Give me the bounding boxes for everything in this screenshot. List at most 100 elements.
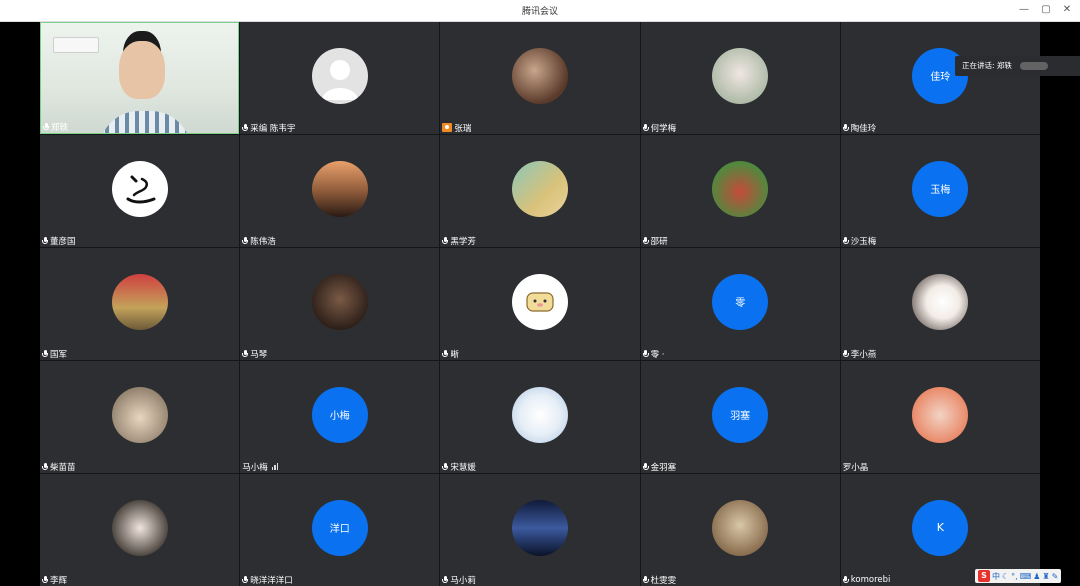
mic-icon[interactable]	[442, 236, 449, 245]
mic-icon[interactable]	[242, 575, 249, 584]
participant-nameplate: komorebi	[842, 574, 890, 585]
user-icon[interactable]: ♟	[1033, 572, 1040, 581]
participant-tile[interactable]: 小梅马小梅	[240, 361, 440, 473]
participant-name: 张瑞	[454, 123, 472, 134]
mic-icon[interactable]	[242, 123, 249, 132]
mic-icon[interactable]	[242, 236, 249, 245]
participant-tile[interactable]: 洋口晓洋洋洋口	[240, 474, 440, 586]
participant-tile[interactable]: 李辉	[40, 474, 240, 586]
participant-name: 采编 陈韦宇	[250, 123, 296, 134]
participant-name: 零 ·	[650, 349, 665, 360]
mic-icon[interactable]	[842, 123, 849, 132]
participant-nameplate: 沙玉梅	[842, 235, 877, 247]
punctuation-icon[interactable]: °,	[1011, 572, 1018, 581]
participant-nameplate: 国军	[42, 348, 67, 360]
participant-nameplate: 金羽塞	[642, 461, 677, 473]
person-body	[99, 111, 191, 133]
mic-icon[interactable]	[842, 236, 849, 245]
participant-tile[interactable]: 马小莉	[440, 474, 640, 586]
participant-nameplate: 陈伟浩	[242, 235, 276, 247]
participant-nameplate: 马小莉	[442, 574, 476, 586]
participant-tile[interactable]: 玉梅 沙玉梅	[840, 135, 1040, 247]
mic-icon[interactable]	[842, 349, 849, 358]
mic-icon[interactable]	[442, 575, 449, 584]
participant-name: 马小莉	[450, 575, 476, 586]
participant-name: 柴苗苗	[50, 462, 76, 473]
minimize-icon[interactable]: —	[1016, 2, 1032, 18]
participant-name: 李辉	[50, 575, 68, 586]
participant-nameplate: 宋慧媛	[442, 461, 476, 473]
mic-icon[interactable]	[442, 349, 449, 358]
photo-avatar	[511, 499, 568, 556]
participant-tile[interactable]: 佳玲 陶佳玲	[840, 22, 1040, 134]
participant-tile[interactable]: 何学梅	[640, 22, 840, 134]
participant-tile[interactable]: 董彦国	[40, 135, 240, 247]
air-conditioner	[53, 37, 99, 53]
mic-icon[interactable]	[642, 236, 649, 245]
participant-tile[interactable]: 郑轶	[40, 22, 240, 134]
avatar-initials: 洋口	[311, 499, 368, 556]
participant-tile[interactable]: 马琴	[240, 248, 440, 360]
shirt-icon[interactable]: ♜	[1042, 572, 1049, 581]
participant-nameplate: 李辉	[42, 574, 68, 586]
mic-icon[interactable]	[642, 462, 649, 471]
mic-icon[interactable]	[43, 122, 49, 131]
close-icon[interactable]: ✕	[1059, 2, 1075, 18]
mic-icon[interactable]	[642, 575, 649, 584]
window-titlebar: 腾讯会议 — ▢ ✕	[0, 0, 1080, 22]
mic-icon[interactable]	[42, 575, 48, 584]
participant-name: 金羽塞	[650, 462, 677, 473]
mic-icon[interactable]	[42, 349, 48, 358]
photo-avatar	[311, 160, 368, 217]
ime-language-label[interactable]: 中	[992, 571, 1000, 582]
photo-avatar	[311, 273, 368, 330]
participant-name: 董彦国	[50, 236, 76, 247]
participant-nameplate: 邵研	[642, 235, 668, 247]
photo-avatar	[912, 386, 969, 443]
photo-avatar	[712, 47, 769, 104]
participant-tile[interactable]: 张瑞	[440, 22, 640, 134]
participant-tile[interactable]: 李小燕	[840, 248, 1040, 360]
participant-tile[interactable]: 国军	[40, 248, 240, 360]
participant-tile[interactable]: 采编 陈韦宇	[240, 22, 440, 134]
photo-avatar	[111, 386, 168, 443]
mic-icon[interactable]	[242, 349, 249, 358]
participant-nameplate: 柴苗苗	[42, 461, 76, 473]
participant-tile[interactable]: 罗小晶	[840, 361, 1040, 473]
mic-icon[interactable]	[42, 462, 48, 471]
restore-icon[interactable]: ▢	[1038, 2, 1054, 18]
speaking-label: 正在讲话: 郑轶	[962, 61, 1012, 70]
mic-icon[interactable]	[442, 462, 449, 471]
participant-tile[interactable]: 羽塞 金羽塞	[640, 361, 840, 473]
participant-tile[interactable]: 零零 ·	[640, 248, 840, 360]
participant-tile[interactable]: 陈伟浩	[240, 135, 440, 247]
participant-nameplate: 马小梅	[242, 461, 279, 473]
ime-tray[interactable]: S 中 ☾ °, ⌨ ♟ ♜ ✎	[975, 569, 1062, 583]
participant-name: 晰	[450, 349, 459, 360]
moon-icon[interactable]: ☾	[1002, 572, 1009, 581]
participant-tile[interactable]: 邵研	[640, 135, 840, 247]
participant-tile[interactable]: 晰	[440, 248, 640, 360]
keyboard-icon[interactable]: ⌨	[1020, 572, 1032, 581]
mic-icon[interactable]	[842, 575, 849, 584]
wrench-icon[interactable]: ✎	[1052, 572, 1059, 581]
participant-nameplate: 何学梅	[642, 122, 677, 134]
participant-tile[interactable]: 杜雯雯	[640, 474, 840, 586]
sogou-icon[interactable]: S	[978, 570, 990, 582]
participant-name: 郑轶	[51, 122, 69, 133]
participant-grid: 郑轶 采编 陈韦宇 张瑞 何学梅 佳玲 陶佳玲董彦国 陈伟浩 黑学芳 邵研 玉梅 沙玉梅国军 马琴 晰 零…	[40, 22, 1040, 586]
mic-icon[interactable]	[642, 123, 649, 132]
participant-tile[interactable]: 柴苗苗	[40, 361, 240, 473]
participant-tile[interactable]: 宋慧媛	[440, 361, 640, 473]
participant-nameplate: 晓洋洋洋口	[242, 574, 293, 586]
cartoon-avatar	[511, 273, 568, 330]
participant-nameplate: 晰	[442, 348, 459, 360]
speaking-indicator: 正在讲话: 郑轶	[955, 56, 1080, 76]
mic-icon[interactable]	[642, 349, 649, 358]
camera-badge-icon	[442, 123, 453, 132]
participant-tile[interactable]: 黑学芳	[440, 135, 640, 247]
avatar-initials: 小梅	[311, 386, 368, 443]
participant-name: 沙玉梅	[850, 236, 877, 247]
participant-name: 何学梅	[650, 123, 677, 134]
mic-icon[interactable]	[42, 236, 48, 245]
